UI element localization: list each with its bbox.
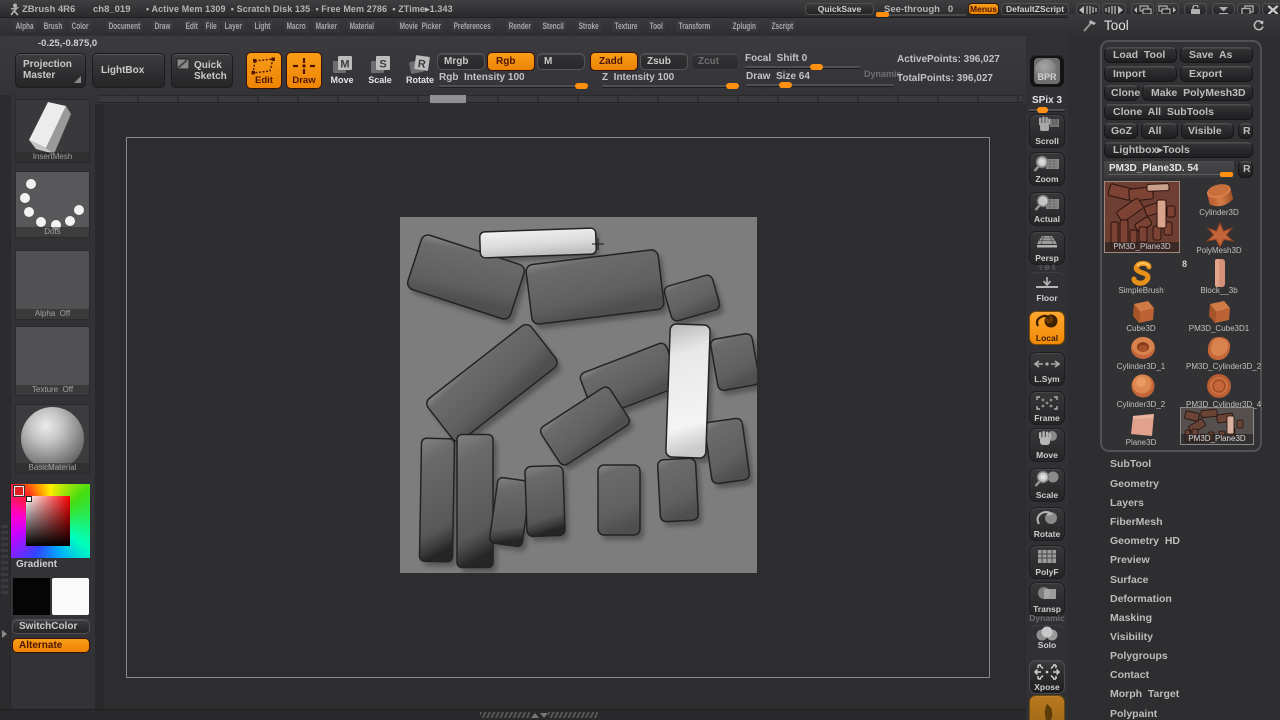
svg-text:S: S [379,59,386,71]
svg-text:R: R [417,58,427,71]
svg-text:M: M [340,59,349,71]
